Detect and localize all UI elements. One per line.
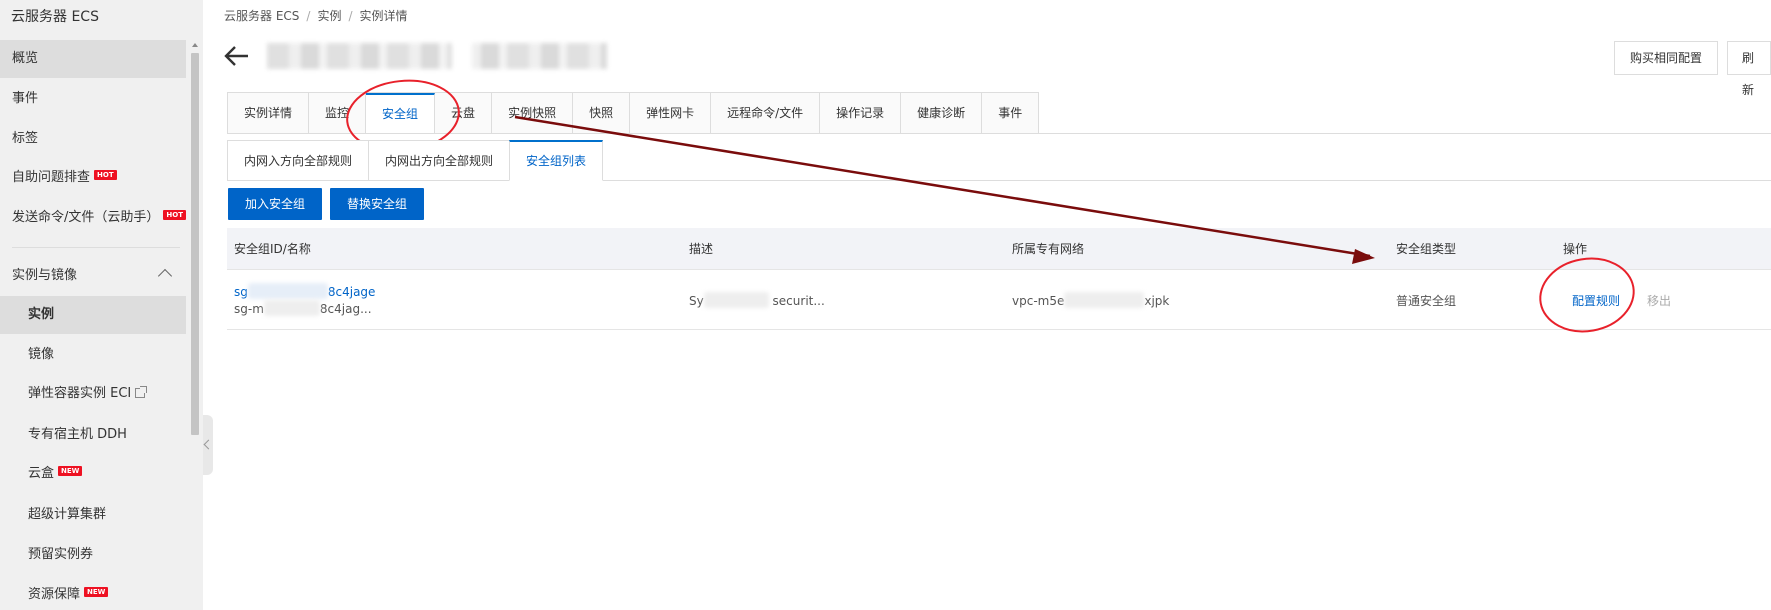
sidebar-item-label: 专有宿主机 DDH <box>28 427 127 442</box>
tab-health-diagnosis[interactable]: 健康诊断 <box>901 93 983 134</box>
tab-events[interactable]: 事件 <box>982 93 1039 134</box>
ecs-console: 云服务器 ECS 概览 事件 标签 自助问题排查 HOT 发送命令/文件（云助手）… <box>0 0 1771 610</box>
replace-security-group-button[interactable]: 替换安全组 <box>330 188 425 220</box>
table-row: sg 8c4jage sg-m 8c4jag... Sy securit... vp… <box>227 270 1771 330</box>
column-header: 操作 <box>1563 242 1588 256</box>
buy-same-config-button[interactable]: 购买相同配置 <box>1614 41 1719 75</box>
subtab-inbound-rules[interactable]: 内网入方向全部规则 <box>227 140 369 181</box>
sidebar-item-label: 实例 <box>28 307 55 322</box>
sidebar-item-label: 事件 <box>12 91 39 106</box>
sidebar-item-label: 云盒 <box>28 466 55 481</box>
tab-instance-snapshots[interactable]: 实例快照 <box>492 93 574 134</box>
sidebar-item-label: 预留实例券 <box>28 547 94 562</box>
instance-name-redacted <box>267 43 607 69</box>
security-group-id-cell: sg 8c4jage sg-m 8c4jag... <box>234 283 375 317</box>
tab-operation-logs[interactable]: 操作记录 <box>820 93 902 134</box>
sidebar-item-ddh[interactable]: 专有宿主机 DDH <box>0 416 186 454</box>
back-arrow-icon[interactable] <box>224 44 250 68</box>
instance-tabs: 实例详情 监控 安全组 云盘 实例快照 快照 弹性网卡 远程命令/文件 操作记录… <box>227 92 1040 134</box>
sidebar-collapse-handle[interactable] <box>203 415 213 475</box>
vpc-cell: vpc-m5e xjpk <box>1012 292 1170 308</box>
security-group-subtabs: 内网入方向全部规则 内网出方向全部规则 安全组列表 <box>227 140 604 181</box>
sidebar-item-super-computing[interactable]: 超级计算集群 <box>0 496 186 534</box>
chevron-up-icon <box>157 268 173 284</box>
sidebar-item-cloud-box[interactable]: 云盒 NEW <box>0 455 186 493</box>
remove-link[interactable]: 移出 <box>1647 292 1671 309</box>
external-link-icon <box>135 386 148 398</box>
breadcrumb-item: 实例详情 <box>359 9 408 23</box>
sidebar-item-label: 标签 <box>12 131 39 146</box>
sidebar-item-label: 弹性容器实例 ECI <box>28 386 132 401</box>
tab-cloud-disks[interactable]: 云盘 <box>435 93 493 134</box>
sidebar-item-eci[interactable]: 弹性容器实例 ECI <box>0 375 186 413</box>
tab-instance-details[interactable]: 实例详情 <box>228 93 310 134</box>
sidebar-item-label: 超级计算集群 <box>28 507 107 522</box>
sidebar-item-label: 自助问题排查 <box>12 170 91 185</box>
sidebar-item-instances[interactable]: 实例 <box>0 296 186 334</box>
sidebar-item-cloud-assistant[interactable]: 发送命令/文件（云助手） HOT <box>0 199 186 237</box>
hot-badge: HOT <box>163 210 186 220</box>
sidebar-item-overview[interactable]: 概览 <box>0 40 186 78</box>
sidebar-divider <box>12 247 180 248</box>
refresh-button[interactable]: 刷新 <box>1727 41 1771 97</box>
column-header: 所属专有网络 <box>1012 242 1085 256</box>
hot-badge: HOT <box>94 170 117 180</box>
security-group-type-cell: 普通安全组 <box>1396 294 1457 308</box>
new-badge: NEW <box>84 587 109 597</box>
security-group-id-link[interactable]: sg 8c4jage <box>234 283 375 300</box>
configure-rules-link[interactable]: 配置规则 <box>1572 292 1620 309</box>
sidebar-item-label: 镜像 <box>28 347 55 362</box>
sidebar-item-events[interactable]: 事件 <box>0 80 186 118</box>
sidebar-group-label: 实例与镜像 <box>12 268 78 283</box>
tab-security-groups[interactable]: 安全组 <box>366 93 436 134</box>
column-header: 安全组类型 <box>1396 242 1457 256</box>
column-header: 安全组ID/名称 <box>234 242 311 256</box>
tab-snapshots[interactable]: 快照 <box>573 93 631 134</box>
sidebar: 云服务器 ECS 概览 事件 标签 自助问题排查 HOT 发送命令/文件（云助手）… <box>0 0 203 610</box>
table-header: 安全组ID/名称 描述 所属专有网络 安全组类型 操作 <box>227 228 1771 270</box>
sidebar-item-tags[interactable]: 标签 <box>0 120 186 158</box>
tab-remote-commands[interactable]: 远程命令/文件 <box>711 93 821 134</box>
sidebar-group-instances-images[interactable]: 实例与镜像 <box>0 257 186 295</box>
sidebar-scrollbar[interactable] <box>189 41 201 610</box>
sidebar-item-reserved-instances[interactable]: 预留实例券 <box>0 536 186 574</box>
sidebar-item-resource-assurance[interactable]: 资源保障 NEW <box>0 576 186 610</box>
sidebar-title: 云服务器 ECS <box>11 9 99 25</box>
sidebar-item-images[interactable]: 镜像 <box>0 336 186 374</box>
breadcrumb: 云服务器 ECS / 实例 / 实例详情 <box>224 9 408 23</box>
sidebar-item-label: 发送命令/文件（云助手） <box>12 210 160 225</box>
sidebar-item-label: 资源保障 <box>28 587 81 602</box>
breadcrumb-item[interactable]: 云服务器 ECS <box>224 9 299 23</box>
join-security-group-button[interactable]: 加入安全组 <box>228 188 323 220</box>
security-group-name: sg-m 8c4jag... <box>234 300 372 316</box>
tab-monitoring[interactable]: 监控 <box>309 93 367 134</box>
description-cell: Sy securit... <box>689 292 825 308</box>
subtab-outbound-rules[interactable]: 内网出方向全部规则 <box>368 140 510 181</box>
sidebar-item-self-diagnosis[interactable]: 自助问题排查 HOT <box>0 159 186 197</box>
sidebar-item-label: 概览 <box>12 51 39 66</box>
tab-eni[interactable]: 弹性网卡 <box>630 93 712 134</box>
scrollbar-thumb[interactable] <box>191 53 199 435</box>
tabs-divider <box>227 133 1771 134</box>
column-header: 描述 <box>689 242 714 256</box>
subtab-security-group-list[interactable]: 安全组列表 <box>509 140 604 181</box>
breadcrumb-item[interactable]: 实例 <box>317 9 341 23</box>
scroll-up-arrow-icon[interactable] <box>192 43 198 47</box>
new-badge: NEW <box>58 466 83 476</box>
